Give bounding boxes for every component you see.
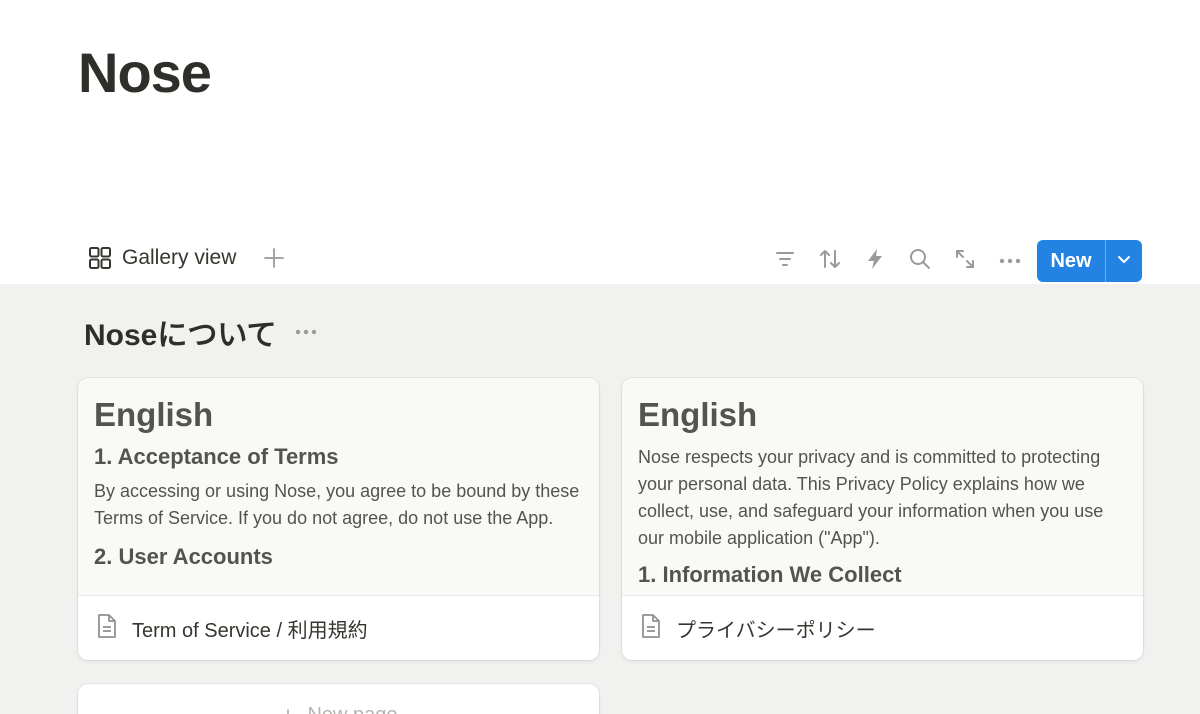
gallery-card[interactable]: English 1. Acceptance of Terms By access… [78, 378, 599, 660]
new-page-card[interactable]: New page [78, 684, 599, 714]
plus-icon [263, 247, 285, 274]
add-view-button[interactable] [262, 247, 286, 274]
page-icon [96, 613, 118, 644]
more-icon [294, 323, 318, 340]
sort-icon [818, 247, 842, 276]
page-icon [640, 613, 662, 644]
card-footer[interactable]: プライバシーポリシー [622, 596, 1143, 660]
group-title[interactable]: Noseについて [84, 310, 276, 354]
preview-heading: English [94, 396, 214, 433]
card-footer[interactable]: Term of Service / 利用規約 [78, 596, 599, 660]
more-icon [998, 252, 1022, 270]
chevron-down-icon [1116, 251, 1132, 272]
search-icon [908, 247, 932, 276]
card-preview: English Nose respects your privacy and i… [622, 378, 1143, 596]
new-options-button[interactable] [1106, 251, 1142, 272]
filter-button[interactable] [772, 248, 798, 274]
preview-subheading: 2. User Accounts [94, 544, 273, 569]
page-title[interactable]: Nose [78, 40, 212, 105]
card-title[interactable]: Term of Service / 利用規約 [132, 614, 368, 643]
preview-heading: English [638, 396, 758, 433]
expand-icon [954, 248, 976, 275]
preview-subheading: 1. Information We Collect [638, 562, 902, 587]
database-toolbar: Gallery view New [0, 238, 1200, 284]
automation-icon [865, 248, 885, 275]
gallery-area: Noseについて English 1. Acceptance of Terms … [0, 284, 1200, 714]
plus-icon [279, 704, 297, 714]
filter-icon [774, 248, 796, 275]
preview-subheading: 1. Acceptance of Terms [94, 444, 339, 469]
notion-page: Nose Gallery view New Noseについて English 1… [0, 0, 1200, 714]
more-options-button[interactable] [997, 248, 1023, 274]
gallery-card[interactable]: English Nose respects your privacy and i… [622, 378, 1143, 660]
new-page-label: New page [307, 704, 397, 714]
view-label: Gallery view [122, 246, 237, 269]
gallery-icon [88, 246, 112, 270]
search-button[interactable] [907, 248, 933, 274]
group-header: Noseについて [84, 310, 318, 354]
card-title[interactable]: プライバシーポリシー [676, 614, 876, 643]
new-button[interactable]: New [1037, 240, 1142, 282]
expand-button[interactable] [952, 248, 978, 274]
sort-button[interactable] [817, 248, 843, 274]
preview-text: By accessing or using Nose, you agree to… [94, 481, 580, 528]
automation-button[interactable] [862, 248, 888, 274]
preview-text: Nose respects your privacy and is commit… [638, 447, 1104, 548]
card-preview: English 1. Acceptance of Terms By access… [78, 378, 599, 596]
group-more-button[interactable] [294, 323, 318, 341]
tab-gallery-view[interactable]: Gallery view [88, 246, 236, 270]
new-button-label[interactable]: New [1037, 250, 1105, 273]
